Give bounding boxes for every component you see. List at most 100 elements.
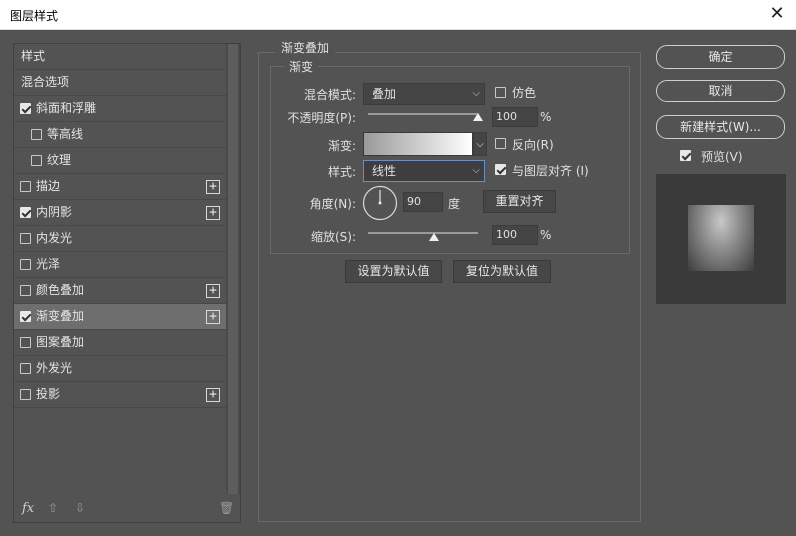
sidebar-item-label: 光泽 [36, 257, 61, 271]
sidebar-item[interactable]: 等高线 [14, 122, 226, 148]
chevron-down-icon: ⌵ [472, 88, 480, 99]
sidebar-item[interactable]: 颜色叠加 + [14, 278, 226, 304]
sidebar-item-checkbox[interactable] [20, 233, 31, 244]
sidebar-item[interactable]: 投影 + [14, 382, 226, 408]
subgroup-title: 渐变 [284, 58, 319, 75]
new-style-button[interactable]: 新建样式(W)... [656, 115, 785, 139]
opacity-slider-track[interactable] [368, 113, 478, 115]
sidebar-item-label: 内发光 [36, 231, 73, 245]
style-value: 线性 [372, 164, 397, 178]
sidebar-item[interactable]: 斜面和浮雕 [14, 96, 226, 122]
sidebar-item-checkbox[interactable] [20, 311, 31, 322]
sidebar-item[interactable]: 外发光 [14, 356, 226, 382]
sidebar-item-label: 颜色叠加 [36, 283, 85, 297]
align-with-layer-label: 与图层对齐 (I) [512, 164, 589, 178]
sidebar-item-label: 内阴影 [36, 205, 73, 219]
sidebar-item-checkbox[interactable] [31, 155, 42, 166]
reverse-label: 反向(R) [512, 138, 554, 152]
sidebar-item-checkbox[interactable] [20, 103, 31, 114]
set-as-default-button[interactable]: 设置为默认值 [345, 260, 442, 283]
cancel-button[interactable]: 取消 [656, 80, 785, 102]
fx-icon[interactable]: fx [22, 501, 34, 516]
preview-checkbox[interactable] [680, 150, 691, 161]
sidebar-item-checkbox[interactable] [20, 207, 31, 218]
sidebar-item[interactable]: 光泽 [14, 252, 226, 278]
sidebar-item-checkbox[interactable] [20, 285, 31, 296]
sidebar-item[interactable]: 纹理 [14, 148, 226, 174]
sidebar-item-checkbox[interactable] [20, 337, 31, 348]
close-icon[interactable]: ✕ [766, 2, 788, 26]
scale-unit: % [540, 228, 552, 242]
sidebar-item[interactable]: 样式 [14, 44, 226, 70]
style-select[interactable]: 线性 ⌵ [363, 160, 485, 182]
reverse-checkbox[interactable] [495, 138, 506, 149]
reset-to-default-button[interactable]: 复位为默认值 [453, 260, 551, 283]
sidebar-item[interactable]: 内发光 [14, 226, 226, 252]
sidebar-item-label: 投影 [36, 387, 61, 401]
add-effect-icon[interactable]: + [206, 388, 220, 402]
opacity-input[interactable]: 100 [492, 107, 538, 127]
sidebar-item-checkbox[interactable] [31, 129, 42, 140]
title-bar: 图层样式 ✕ [0, 0, 796, 30]
group-title: 渐变叠加 [275, 39, 336, 56]
sidebar-item-checkbox[interactable] [20, 363, 31, 374]
add-effect-icon[interactable]: + [206, 180, 220, 194]
dither-checkbox[interactable] [495, 87, 506, 98]
scale-input[interactable]: 100 [492, 225, 538, 245]
opacity-label: 不透明度(P): [287, 111, 356, 125]
preview-label: 预览(V) [701, 150, 743, 164]
sidebar-item[interactable]: 描边 + [14, 174, 226, 200]
opacity-unit: % [540, 110, 552, 124]
styles-list-scrollbar[interactable] [226, 44, 240, 494]
angle-input[interactable]: 90 [403, 192, 443, 212]
sidebar-item-label: 混合选项 [21, 75, 70, 89]
dither-label: 仿色 [512, 86, 537, 100]
chevron-down-icon: ⌵ [472, 165, 480, 176]
angle-label: 角度(N): [309, 197, 356, 211]
chevron-down-icon: ⌵ [476, 139, 484, 150]
sidebar-item[interactable]: 混合选项 [14, 70, 226, 96]
opacity-slider-thumb[interactable] [473, 113, 483, 121]
sidebar-item-label: 描边 [36, 179, 61, 193]
move-down-icon[interactable]: ⇩ [75, 501, 85, 515]
sidebar-item-label: 外发光 [36, 361, 73, 375]
trash-icon[interactable]: 🗑 [219, 501, 234, 515]
styles-list: 样式混合选项斜面和浮雕等高线纹理描边 + 内阴影 + 内发光光泽颜色叠加 + 渐变叠加 + 图案… [13, 43, 241, 523]
scale-label: 缩放(S): [310, 230, 356, 244]
angle-unit: 度 [448, 197, 461, 211]
sidebar-item[interactable]: 渐变叠加 + [14, 304, 226, 330]
sidebar-item-checkbox[interactable] [20, 389, 31, 400]
add-effect-icon[interactable]: + [206, 206, 220, 220]
sidebar-item-label: 等高线 [47, 127, 84, 141]
sidebar-item-label: 图案叠加 [36, 335, 85, 349]
gradient-preview[interactable] [363, 132, 473, 156]
angle-dial[interactable] [362, 185, 398, 221]
style-label: 样式: [327, 165, 356, 179]
window-title: 图层样式 [10, 9, 59, 23]
sidebar-item-checkbox[interactable] [20, 259, 31, 270]
sidebar-item-checkbox[interactable] [20, 181, 31, 192]
gradient-label: 渐变: [327, 139, 356, 153]
preview-swatch [688, 205, 754, 271]
styles-list-footer: fx ⇧ ⇩ 🗑 [14, 495, 240, 523]
scale-slider-thumb[interactable] [429, 233, 439, 241]
add-effect-icon[interactable]: + [206, 310, 220, 324]
angle-dial-icon [362, 185, 398, 221]
gradient-dropdown[interactable]: ⌵ [473, 132, 487, 156]
scale-slider-track[interactable] [368, 232, 478, 234]
sidebar-item[interactable]: 内阴影 + [14, 200, 226, 226]
sidebar-item-label: 纹理 [47, 153, 72, 167]
sidebar-item-label: 斜面和浮雕 [36, 101, 97, 115]
sidebar-item[interactable]: 图案叠加 [14, 330, 226, 356]
blend-mode-value: 叠加 [372, 87, 397, 101]
add-effect-icon[interactable]: + [206, 284, 220, 298]
blend-mode-select[interactable]: 叠加 ⌵ [363, 83, 485, 105]
ok-button[interactable]: 确定 [656, 45, 785, 69]
blend-mode-label: 混合模式: [303, 88, 356, 102]
sidebar-item-label: 样式 [21, 49, 46, 63]
scrollbar-thumb[interactable] [228, 44, 238, 494]
reset-alignment-button[interactable]: 重置对齐 [483, 190, 556, 213]
sidebar-item-label: 渐变叠加 [36, 309, 85, 323]
align-with-layer-checkbox[interactable] [495, 164, 506, 175]
move-up-icon[interactable]: ⇧ [48, 501, 58, 515]
